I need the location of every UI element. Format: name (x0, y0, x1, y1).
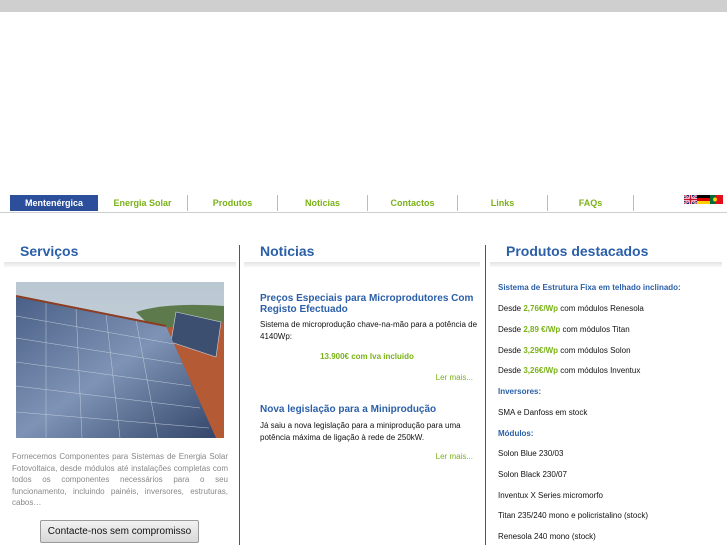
modulo-item: Solon Blue 230/03 (498, 449, 564, 458)
nav-item-mentenergica[interactable]: Mentenérgica (10, 195, 98, 211)
news-text-1: Sistema de microprodução chave-na-mão pa… (260, 320, 478, 341)
nav-item-faqs[interactable]: FAQs (548, 195, 634, 211)
nav-item-contactos[interactable]: Contactos (368, 195, 458, 211)
portugal-flag-icon[interactable] (710, 195, 723, 204)
servicos-title-rule (4, 262, 236, 267)
news-read-more-1[interactable]: Ler mais... (260, 373, 473, 382)
modulo-item: Solon Black 230/07 (498, 470, 567, 479)
produtos-title-rule (490, 262, 722, 267)
news-title-2[interactable]: Nova legislação para a Miniprodução (260, 404, 478, 415)
noticias-title: Noticias (260, 243, 315, 259)
modulo-item: Renesola 240 mono (stock) (498, 532, 596, 541)
servicos-title: Serviços (20, 243, 79, 259)
nav-item-noticias[interactable]: Noticias (278, 195, 368, 211)
offer-renesola: Desde 2,76€/Wp com módulos Renesola (498, 304, 644, 313)
solar-panels-photo (16, 282, 224, 438)
offer-inventux: Desde 3,26€/Wp com módulos Inventux (498, 366, 641, 375)
news-read-more-2[interactable]: Ler mais... (260, 452, 473, 461)
servicos-description: Fornecemos Componentes para Sistemas de … (12, 452, 228, 507)
nav-item-energia-solar[interactable]: Energia Solar (98, 195, 188, 211)
top-gray-bar (0, 0, 727, 12)
produtos-title: Produtos destacados (506, 243, 649, 259)
uk-flag-icon[interactable] (684, 195, 697, 204)
offer-solon: Desde 3,29€/Wp com módulos Solon (498, 346, 631, 355)
nav-item-links[interactable]: Links (458, 195, 548, 211)
germany-flag-icon[interactable] (697, 195, 710, 204)
contact-button[interactable]: Contacte-nos sem compromisso (40, 520, 199, 543)
news-text-2: Já saiu a nova legislação para a minipro… (260, 421, 461, 442)
inversores-heading: Inversores: (498, 387, 542, 396)
modulo-item: Titan 235/240 mono e policristalino (sto… (498, 511, 648, 520)
column-separator-1 (239, 245, 240, 545)
news-title-1[interactable]: Preços Especiais para Microprodutores Co… (260, 293, 478, 315)
nav-item-produtos[interactable]: Produtos (188, 195, 278, 211)
news-price-1: 13.900€ com Iva incluido (320, 352, 414, 361)
main-navigation: Mentenérgica Energia Solar Produtos Noti… (0, 193, 727, 213)
modulo-item: Inventux X Series micromorfo (498, 491, 603, 500)
estrutura-heading: Sistema de Estrutura Fixa em telhado inc… (498, 283, 681, 292)
modulos-heading: Módulos: (498, 429, 534, 438)
nav-menu: Mentenérgica Energia Solar Produtos Noti… (10, 195, 634, 211)
language-flags (684, 195, 723, 204)
inversores-text: SMA e Danfoss em stock (498, 408, 588, 417)
offer-titan: Desde 2,89 €/Wp com módulos Titan (498, 325, 630, 334)
noticias-title-rule (244, 262, 480, 267)
header-banner (0, 12, 727, 193)
column-separator-2 (485, 245, 486, 545)
